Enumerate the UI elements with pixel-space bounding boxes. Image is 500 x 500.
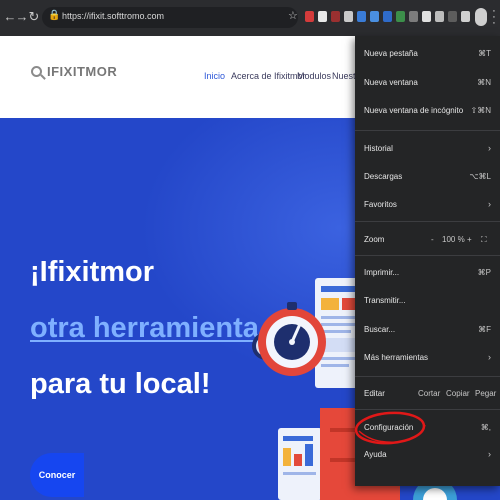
- profile-avatar[interactable]: [475, 8, 487, 26]
- menu-item-print[interactable]: Imprimir... ⌘P: [355, 261, 500, 285]
- menu-item-label: Ayuda: [364, 450, 387, 459]
- menu-divider: [355, 130, 500, 131]
- extension-icon[interactable]: [383, 11, 392, 22]
- menu-item-label: Imprimir...: [364, 268, 400, 277]
- extension-icon[interactable]: [409, 11, 418, 22]
- menu-item-find[interactable]: Buscar... ⌘F: [355, 318, 500, 342]
- paste-button[interactable]: Pegar: [475, 389, 496, 398]
- url-text: https://ifixit.softtromo.com: [62, 11, 165, 21]
- chevron-right-icon: ›: [488, 199, 491, 209]
- extension-icon[interactable]: [396, 11, 405, 22]
- menu-divider: [355, 255, 500, 256]
- menu-item-label: Descargas: [364, 172, 403, 181]
- menu-item-cast[interactable]: Transmitir...: [355, 289, 500, 313]
- menu-item-new-tab[interactable]: Nueva pestaña ⌘T: [355, 42, 500, 66]
- menu-divider: [355, 221, 500, 222]
- menu-item-zoom: Zoom - 100 % + ⛶: [355, 228, 500, 252]
- menu-item-label: Más herramientas: [364, 353, 429, 362]
- menu-item-label: Nueva pestaña: [364, 49, 418, 58]
- menu-item-label: Editar: [364, 389, 385, 398]
- browser-toolbar: ← → ↻ 🔒 https://ifixit.softtromo.com ☆ ·…: [0, 0, 500, 36]
- extension-icon[interactable]: [448, 11, 457, 22]
- extension-icon[interactable]: [435, 11, 444, 22]
- menu-item-label: Transmitir...: [364, 296, 406, 305]
- extension-icon[interactable]: [331, 11, 340, 22]
- shortcut-label: ⇧⌘N: [470, 106, 491, 115]
- shortcut-label: ⌘N: [477, 78, 491, 87]
- menu-item-label: Nueva ventana de incógnito: [364, 106, 464, 115]
- zoom-value: 100 %: [442, 235, 465, 244]
- menu-kebab-icon[interactable]: · · ·: [489, 6, 499, 29]
- hero-title-line2: otra herramienta: [30, 312, 259, 344]
- menu-item-edit: Editar Cortar Copiar Pegar: [355, 382, 500, 406]
- address-bar[interactable]: 🔒 https://ifixit.softtromo.com: [42, 7, 298, 28]
- menu-item-label: Zoom: [364, 235, 385, 244]
- lock-icon: 🔒: [48, 10, 61, 21]
- menu-item-label: Nueva ventana: [364, 78, 418, 87]
- nav-link-modulos[interactable]: Modulos: [297, 71, 331, 81]
- menu-item-more-tools[interactable]: Más herramientas ›: [355, 346, 500, 370]
- zoom-in-button[interactable]: +: [467, 235, 472, 244]
- shortcut-label: ⌥⌘L: [469, 172, 491, 181]
- menu-item-downloads[interactable]: Descargas ⌥⌘L: [355, 165, 500, 189]
- chevron-right-icon: ›: [488, 352, 491, 362]
- menu-item-incognito[interactable]: Nueva ventana de incógnito ⇧⌘N: [355, 99, 500, 123]
- hero-title-line3: para tu local!: [30, 368, 211, 400]
- chevron-right-icon: ›: [488, 449, 491, 459]
- nav-link-acerca[interactable]: Acerca de Ifixitmor: [231, 71, 306, 81]
- copy-button[interactable]: Copiar: [446, 389, 470, 398]
- bookmark-star-icon[interactable]: ☆: [288, 9, 298, 22]
- menu-item-label: Buscar...: [364, 325, 396, 334]
- nav-link-inicio[interactable]: Inicio: [204, 71, 225, 81]
- fullscreen-icon[interactable]: ⛶: [481, 235, 487, 245]
- shortcut-label: ⌘P: [477, 268, 491, 277]
- zoom-out-button[interactable]: -: [431, 235, 434, 244]
- shortcut-label: ⌘F: [478, 325, 491, 334]
- menu-item-history[interactable]: Historial ›: [355, 137, 500, 161]
- menu-item-label: Historial: [364, 144, 393, 153]
- shortcut-label: ⌘,: [480, 423, 491, 432]
- hero-title-line1: ¡Ifixitmor: [30, 256, 155, 288]
- extension-icon[interactable]: [318, 11, 327, 22]
- extension-icon[interactable]: [344, 11, 353, 22]
- chevron-right-icon: ›: [488, 143, 491, 153]
- menu-item-new-window[interactable]: Nueva ventana ⌘N: [355, 71, 500, 95]
- menu-item-favorites[interactable]: Favoritos ›: [355, 193, 500, 217]
- conocer-button[interactable]: Conocer: [30, 453, 84, 497]
- shortcut-label: ⌘T: [478, 49, 491, 58]
- cut-button[interactable]: Cortar: [418, 389, 440, 398]
- menu-item-label: Favoritos: [364, 200, 397, 209]
- extension-icon[interactable]: [305, 11, 314, 22]
- extension-icon[interactable]: [370, 11, 379, 22]
- extension-icon[interactable]: [357, 11, 366, 22]
- extension-icon[interactable]: [422, 11, 431, 22]
- extension-icon[interactable]: [461, 11, 470, 22]
- reload-icon[interactable]: ↻: [27, 9, 41, 25]
- logo-magnifier-icon: [31, 66, 42, 77]
- logo-text[interactable]: IFIXITMOR: [47, 64, 117, 79]
- highlight-circle-annotation: [354, 411, 426, 445]
- menu-divider: [355, 376, 500, 377]
